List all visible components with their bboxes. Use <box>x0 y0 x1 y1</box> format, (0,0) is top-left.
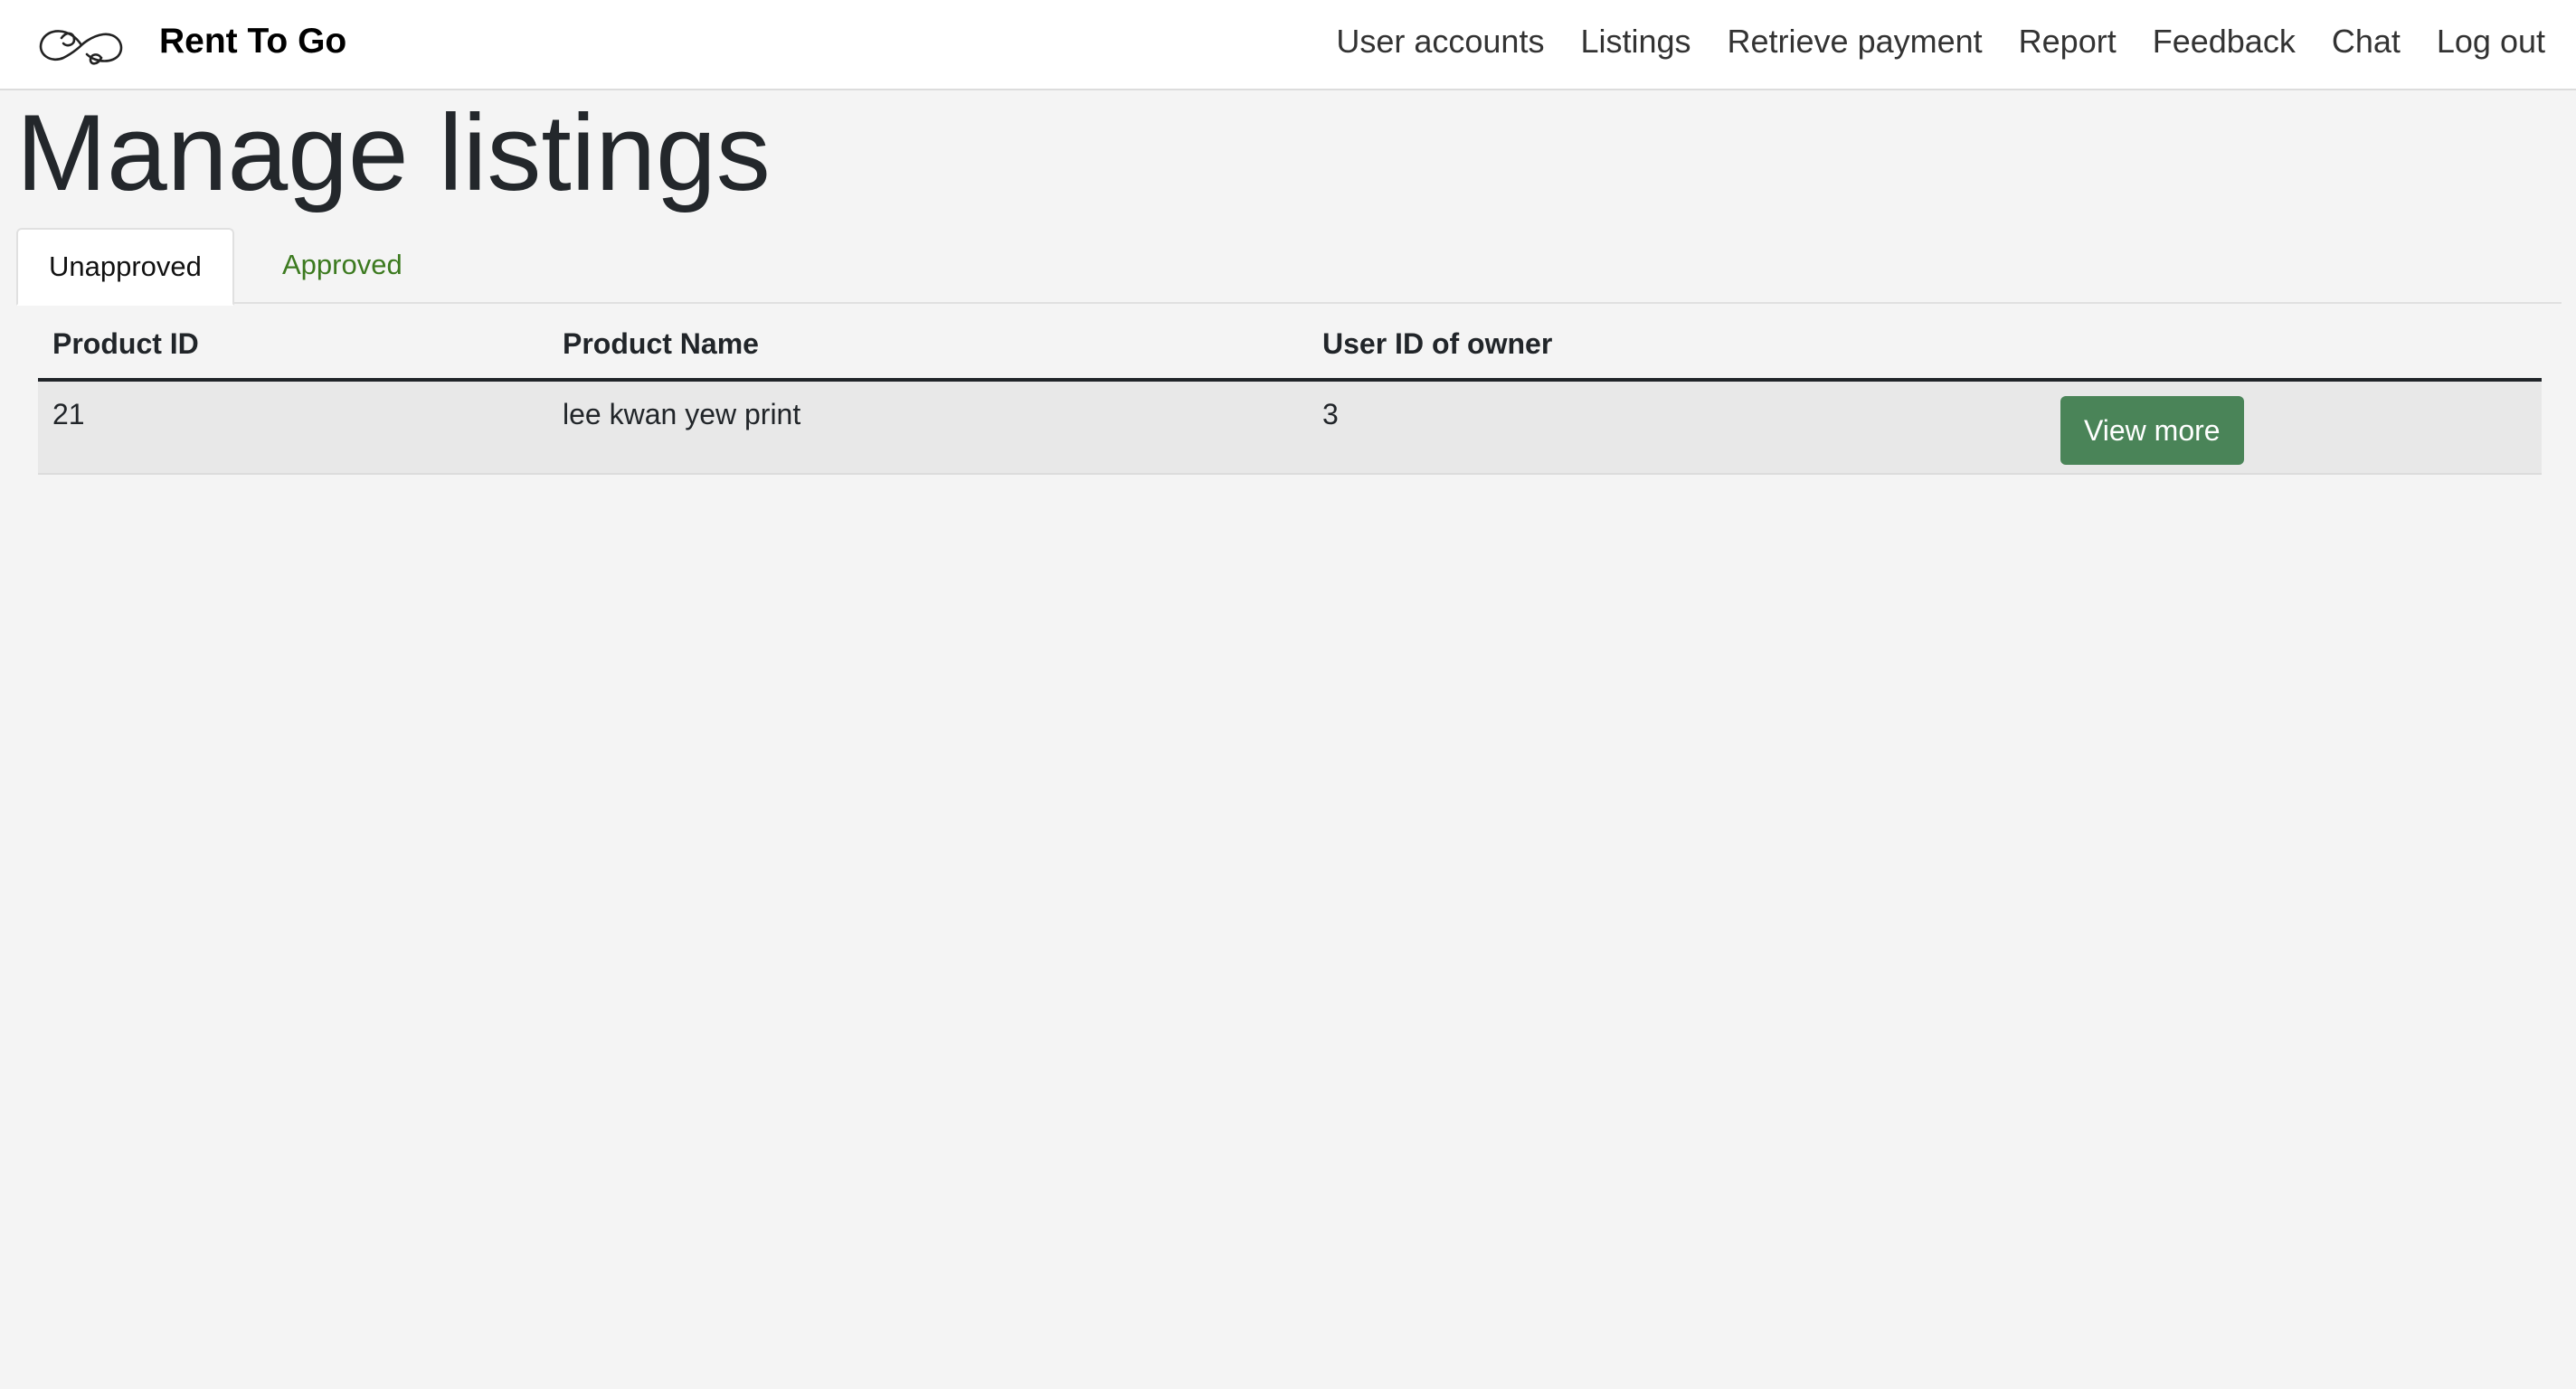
header-action <box>2046 309 2542 382</box>
nav-link-feedback[interactable]: Feedback <box>2153 20 2296 63</box>
nav-link-listings[interactable]: Listings <box>1580 20 1690 63</box>
cell-product-id: 21 <box>38 380 548 475</box>
header-product-name: Product Name <box>548 309 1308 382</box>
cell-product-name: lee kwan yew print <box>548 380 1308 475</box>
nav-link-retrieve-payment[interactable]: Retrieve payment <box>1728 20 1983 63</box>
page-title: Manage listings <box>16 92 771 213</box>
cell-action: View more <box>2046 380 2542 475</box>
header-owner-id: User ID of owner <box>1308 309 2046 382</box>
brand-name[interactable]: Rent To Go <box>159 20 346 63</box>
table-header-row: Product ID Product Name User ID of owner <box>38 309 2542 382</box>
table-row: 21 lee kwan yew print 3 View more <box>38 380 2542 475</box>
tab-approved[interactable]: Approved <box>251 228 433 304</box>
view-more-button[interactable]: View more <box>2060 396 2244 465</box>
nav-link-report[interactable]: Report <box>2019 20 2117 63</box>
nav-links: User accounts Listings Retrieve payment … <box>1336 20 2545 63</box>
nav-link-chat[interactable]: Chat <box>2332 20 2401 63</box>
listing-tabs: Unapproved Approved <box>16 228 2562 306</box>
header-product-id: Product ID <box>38 309 548 382</box>
listings-table: Product ID Product Name User ID of owner… <box>38 309 2542 475</box>
nav-link-log-out[interactable]: Log out <box>2437 20 2545 63</box>
nav-link-user-accounts[interactable]: User accounts <box>1336 20 1544 63</box>
tab-unapproved[interactable]: Unapproved <box>16 228 234 306</box>
infinity-leaf-logo-icon[interactable] <box>34 18 128 72</box>
top-navbar: Rent To Go User accounts Listings Retrie… <box>0 0 2576 90</box>
cell-owner-id: 3 <box>1308 380 2046 475</box>
